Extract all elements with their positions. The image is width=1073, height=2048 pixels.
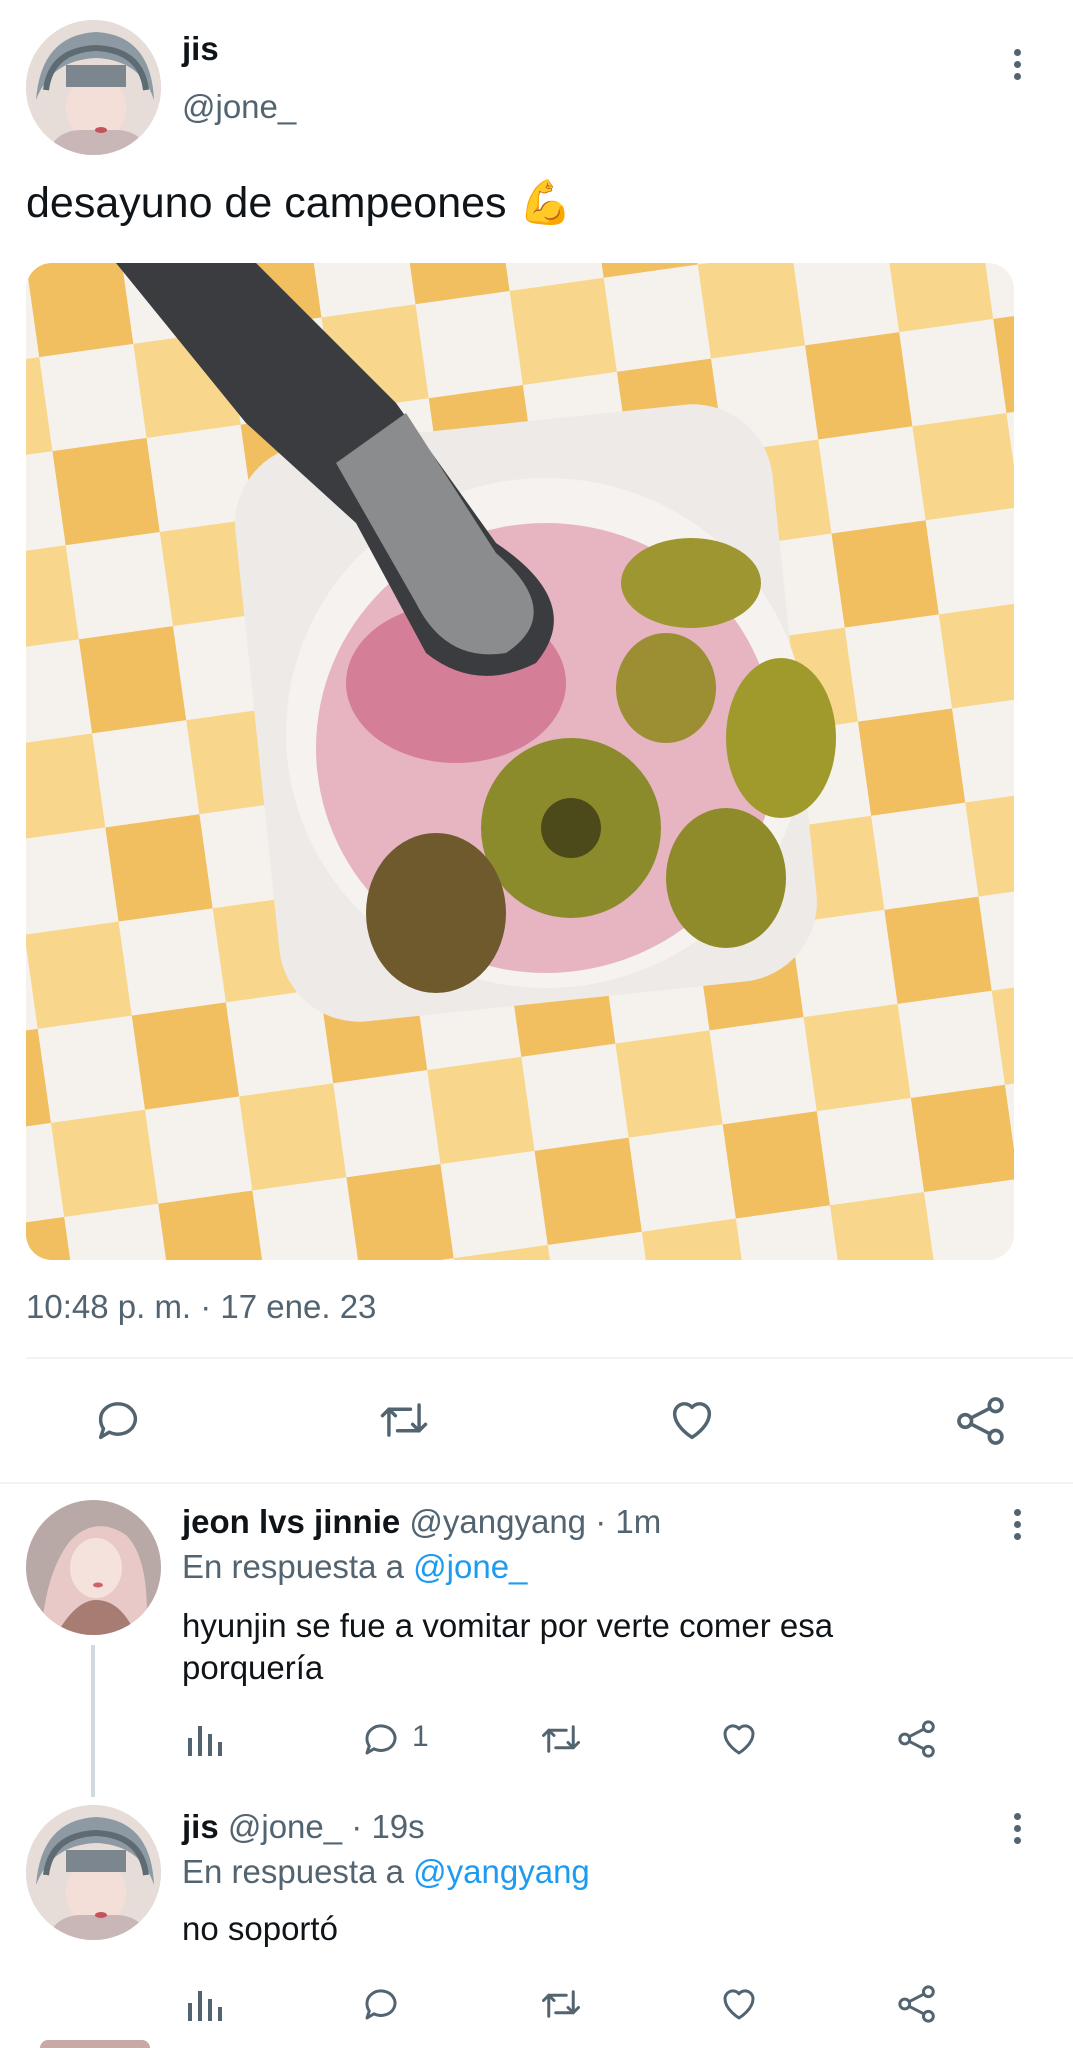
reply-avatar[interactable] — [26, 1500, 161, 1635]
more-options-icon[interactable] — [1002, 1806, 1032, 1850]
analytics-icon[interactable] — [186, 1720, 222, 1758]
reply-icon[interactable] — [92, 1394, 144, 1446]
reply-icon[interactable] — [360, 1718, 402, 1760]
author-handle[interactable]: @jone_ — [182, 88, 296, 126]
reply-mention-link[interactable]: @jone_ — [413, 1548, 527, 1585]
reply-mention-link[interactable]: @yangyang — [413, 1853, 590, 1890]
share-icon[interactable] — [896, 1983, 938, 2025]
flexed-biceps-icon: 💪 — [518, 179, 573, 227]
like-icon[interactable] — [666, 1394, 718, 1446]
reply-author-name[interactable]: jeon lvs jinnie — [182, 1503, 400, 1540]
reply-icon[interactable] — [360, 1983, 402, 2025]
author-avatar[interactable] — [26, 20, 161, 155]
reply-header: jeon lvs jinnie @yangyang · 1m — [182, 1503, 661, 1541]
divider — [26, 1357, 1073, 1359]
reply-context: En respuesta a @jone_ — [182, 1548, 527, 1586]
thread-line — [91, 1645, 95, 1797]
share-icon[interactable] — [896, 1718, 938, 1760]
reply-header: jis @jone_ · 19s — [182, 1808, 425, 1846]
reply-context-label: En respuesta a — [182, 1853, 404, 1890]
tweet-image[interactable] — [26, 263, 1014, 1260]
more-options-icon[interactable] — [1002, 42, 1032, 86]
reply-time[interactable]: · 19s — [351, 1808, 424, 1845]
divider — [0, 1482, 1073, 1484]
retweet-icon[interactable] — [376, 1394, 432, 1446]
like-icon[interactable] — [718, 1718, 760, 1760]
more-options-icon[interactable] — [1002, 1502, 1032, 1546]
retweet-icon[interactable] — [538, 1718, 584, 1760]
tweet-text: desayuno de campeones 💪 — [26, 178, 572, 228]
next-reply-avatar[interactable] — [40, 2040, 150, 2048]
reply-author-handle[interactable]: @jone_ — [228, 1808, 342, 1845]
analytics-icon[interactable] — [186, 1985, 222, 2023]
reply-context-label: En respuesta a — [182, 1548, 404, 1585]
reply-author-name[interactable]: jis — [182, 1808, 219, 1845]
reply-time[interactable]: · 1m — [595, 1503, 661, 1540]
reply-count: 1 — [412, 1720, 429, 1753]
retweet-icon[interactable] — [538, 1983, 584, 2025]
reply-text: no soportó — [182, 1910, 338, 1947]
tweet-timestamp[interactable]: 10:48 p. m. · 17 ene. 23 — [26, 1288, 376, 1326]
share-icon[interactable] — [954, 1394, 1008, 1448]
like-icon[interactable] — [718, 1983, 760, 2025]
reply-author-handle[interactable]: @yangyang — [409, 1503, 586, 1540]
tweet-text-body: desayuno de campeones — [26, 179, 507, 227]
reply-text: hyunjin se fue a vomitar por verte comer… — [182, 1607, 834, 1686]
author-name[interactable]: jis — [182, 30, 219, 68]
reply-avatar[interactable] — [26, 1805, 161, 1940]
reply-context: En respuesta a @yangyang — [182, 1853, 590, 1891]
